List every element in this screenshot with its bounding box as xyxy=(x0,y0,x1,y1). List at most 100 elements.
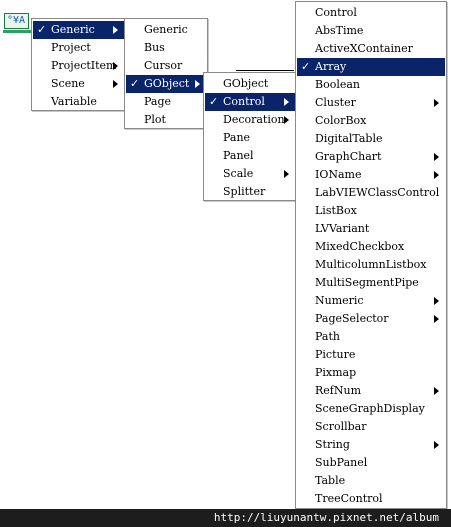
menu-item-string[interactable]: String xyxy=(297,436,445,454)
menu-item-activexcontainer[interactable]: ActiveXContainer xyxy=(297,40,445,58)
menu-item-label: Cluster xyxy=(315,96,356,109)
checkmark-icon: ✓ xyxy=(301,60,311,73)
menu-level-2: Generic Bus Cursor ✓ GObject Page Plot xyxy=(124,18,208,129)
menu-item-array[interactable]: ✓ Array xyxy=(297,58,445,76)
menu-item-mixedcheckbox[interactable]: MixedCheckbox xyxy=(297,238,445,256)
menu-item-label: RefNum xyxy=(315,384,362,397)
menu-item-page[interactable]: Page xyxy=(126,93,206,111)
menu-item-label: LVVariant xyxy=(315,222,370,235)
menu-item-label: TreeControl xyxy=(315,492,383,505)
submenu-arrow-icon xyxy=(113,80,118,88)
menu-item-label: Generic xyxy=(144,23,188,36)
menu-item-decoration[interactable]: Decoration xyxy=(205,111,295,129)
menu-item-control[interactable]: ✓ Control xyxy=(205,93,295,111)
submenu-arrow-icon xyxy=(434,153,439,161)
menu-item-variable[interactable]: Variable xyxy=(33,93,124,111)
menu-level-1: ✓ Generic Project ProjectItem Scene Variable xyxy=(31,18,126,111)
menu-item-project[interactable]: Project xyxy=(33,39,124,57)
submenu-arrow-icon xyxy=(195,80,200,88)
menu-item-label: Table xyxy=(315,474,346,487)
menu-item-label: LabVIEWClassControl xyxy=(315,186,440,199)
menu-item-label: Bus xyxy=(144,41,165,54)
menu-item-gobject[interactable]: GObject xyxy=(205,75,295,93)
menu-item-label: SubPanel xyxy=(315,456,368,469)
menu-item-label: Page xyxy=(144,95,172,108)
menu-item-label: Scene xyxy=(51,77,85,90)
menu-item-bus[interactable]: Bus xyxy=(126,39,206,57)
menu-item-label: Scale xyxy=(223,167,254,180)
menu-item-projectitem[interactable]: ProjectItem xyxy=(33,57,124,75)
menu-item-multicolumnlistbox[interactable]: MulticolumnListbox xyxy=(297,256,445,274)
menu-item-generic[interactable]: Generic xyxy=(126,21,206,39)
menu-item-plot[interactable]: Plot xyxy=(126,111,206,129)
menu-item-label: Generic xyxy=(51,23,95,36)
menu-item-label: AbsTime xyxy=(315,24,364,37)
menu-item-label: Project xyxy=(51,41,91,54)
menu-item-label: GObject xyxy=(223,77,269,90)
menu-item-labviewclasscontrol[interactable]: LabVIEWClassControl xyxy=(297,184,445,202)
menu-item-label: Variable xyxy=(51,95,97,108)
menu-item-panel[interactable]: Panel xyxy=(205,147,295,165)
submenu-arrow-icon xyxy=(113,62,118,70)
menu-item-pixmap[interactable]: Pixmap xyxy=(297,364,445,382)
menu-item-scrollbar[interactable]: Scrollbar xyxy=(297,418,445,436)
menu-item-splitter[interactable]: Splitter xyxy=(205,183,295,201)
submenu-arrow-icon xyxy=(284,98,289,106)
menu-item-label: Numeric xyxy=(315,294,364,307)
menu-item-treecontrol[interactable]: TreeControl xyxy=(297,490,445,508)
menu-item-ioname[interactable]: IOName xyxy=(297,166,445,184)
menu-item-label: Decoration xyxy=(223,113,285,126)
menu-item-cluster[interactable]: Cluster xyxy=(297,94,445,112)
menu-item-boolean[interactable]: Boolean xyxy=(297,76,445,94)
menu-item-label: Pixmap xyxy=(315,366,357,379)
menu-item-cursor[interactable]: Cursor xyxy=(126,57,206,75)
menu-item-control[interactable]: Control xyxy=(297,4,445,22)
menu-item-picture[interactable]: Picture xyxy=(297,346,445,364)
submenu-arrow-icon xyxy=(284,116,289,124)
menu-item-colorbox[interactable]: ColorBox xyxy=(297,112,445,130)
menu-item-generic[interactable]: ✓ Generic xyxy=(33,21,124,39)
menu-item-refnum[interactable]: RefNum xyxy=(297,382,445,400)
menu-item-label: Cursor xyxy=(144,59,183,72)
menu-item-numeric[interactable]: Numeric xyxy=(297,292,445,310)
menu-item-label: DigitalTable xyxy=(315,132,383,145)
menu-item-pageselector[interactable]: PageSelector xyxy=(297,310,445,328)
menu-item-path[interactable]: Path xyxy=(297,328,445,346)
menu-item-label: Array xyxy=(315,60,347,73)
menu-item-label: Panel xyxy=(223,149,254,162)
menu-item-label: GObject xyxy=(144,77,190,90)
menu-item-label: Boolean xyxy=(315,78,360,91)
menu-item-label: Path xyxy=(315,330,340,343)
watermark-bar: http://liuyunantw.pixnet.net/album xyxy=(0,509,451,527)
menu-item-gobject[interactable]: ✓ GObject xyxy=(126,75,206,93)
menu-item-table[interactable]: Table xyxy=(297,472,445,490)
submenu-arrow-icon xyxy=(434,315,439,323)
submenu-arrow-icon xyxy=(434,387,439,395)
menu-item-scenegraphdisplay[interactable]: SceneGraphDisplay xyxy=(297,400,445,418)
menu-item-label: Splitter xyxy=(223,185,266,198)
menu-level-3: GObject ✓ Control Decoration Pane Panel Scale S… xyxy=(203,72,297,201)
menu-item-multisegmentpipe[interactable]: MultiSegmentPipe xyxy=(297,274,445,292)
menu-item-abstime[interactable]: AbsTime xyxy=(297,22,445,40)
menu-item-graphchart[interactable]: GraphChart xyxy=(297,148,445,166)
menu-item-scene[interactable]: Scene xyxy=(33,75,124,93)
menu-item-label: MultiSegmentPipe xyxy=(315,276,419,289)
menu-item-label: GraphChart xyxy=(315,150,382,163)
menu-item-listbox[interactable]: ListBox xyxy=(297,202,445,220)
menu-item-label: Picture xyxy=(315,348,356,361)
menu-item-label: ActiveXContainer xyxy=(315,42,413,55)
menu-item-subpanel[interactable]: SubPanel xyxy=(297,454,445,472)
menu-item-pane[interactable]: Pane xyxy=(205,129,295,147)
menu-level-4: Control AbsTime ActiveXContainer ✓ Array Bool… xyxy=(295,1,447,509)
class-specifier-constant-icon[interactable]: °¥A xyxy=(4,13,29,29)
wire-stub xyxy=(236,70,294,71)
menu-item-lvvariant[interactable]: LVVariant xyxy=(297,220,445,238)
menu-item-label: Scrollbar xyxy=(315,420,367,433)
menu-item-label: Pane xyxy=(223,131,251,144)
menu-item-label: MulticolumnListbox xyxy=(315,258,427,271)
watermark-url: http://liuyunantw.pixnet.net/album xyxy=(213,511,439,524)
menu-item-digitaltable[interactable]: DigitalTable xyxy=(297,130,445,148)
submenu-arrow-icon xyxy=(434,99,439,107)
submenu-arrow-icon xyxy=(284,170,289,178)
menu-item-scale[interactable]: Scale xyxy=(205,165,295,183)
